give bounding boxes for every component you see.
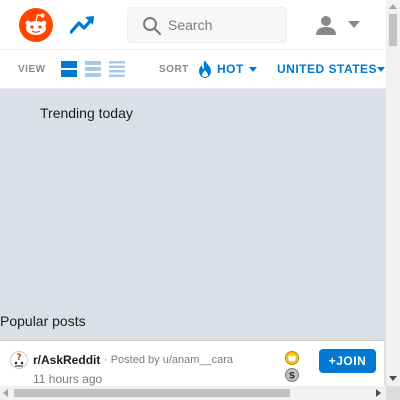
compact-view-icon[interactable] [108,60,126,78]
location-dropdown[interactable]: UNITED STATES [277,59,386,79]
sort-bar: VIEW SORT HOT UNITED STATES [0,50,386,89]
search-input[interactable]: Search [127,7,287,43]
vertical-scrollbar[interactable] [386,0,400,386]
svg-text:S: S [289,372,295,382]
join-button[interactable]: +JOIN [319,349,376,373]
popular-posts-heading: Popular posts [0,313,86,329]
post-card[interactable]: ? r/AskReddit · Posted by u/anam__cara 1… [0,340,384,386]
sort-value: HOT [217,62,244,76]
flame-icon [199,60,211,78]
user-menu-button[interactable] [312,11,364,39]
posted-by-text: · Posted by u/anam__cara [104,354,234,366]
trending-today-heading: Trending today [40,105,133,121]
classic-view-icon[interactable] [84,60,102,78]
chevron-down-icon [377,67,385,72]
user-icon [316,16,336,35]
scroll-left-arrow-icon[interactable] [3,389,8,397]
askreddit-subreddit-icon[interactable]: ? [10,351,28,369]
silver-award-icon: S [285,368,299,382]
scroll-right-arrow-icon[interactable] [376,389,381,397]
scroll-up-arrow-icon[interactable] [389,4,397,9]
page-viewport: Search VIEW SORT HOT UNITED STATES Trend… [0,0,386,386]
svg-text:?: ? [16,353,21,363]
subreddit-link[interactable]: r/AskReddit [33,353,100,367]
scrollbar-corner [386,386,400,400]
trending-up-icon[interactable] [70,13,96,35]
vertical-scroll-thumb[interactable] [389,14,397,46]
chevron-down-icon [249,67,257,72]
reddit-logo-icon[interactable] [19,8,53,42]
gold-award-icon [285,351,299,365]
location-value: UNITED STATES [277,62,378,76]
search-placeholder: Search [168,17,213,33]
post-timestamp: 11 hours ago [33,372,103,386]
scroll-down-arrow-icon[interactable] [389,376,397,381]
search-icon [143,17,162,36]
sort-hot-dropdown[interactable]: HOT [198,59,262,79]
top-header: Search [0,0,386,50]
horizontal-scroll-thumb[interactable] [14,389,290,397]
sort-label: SORT [159,64,189,75]
horizontal-scrollbar[interactable] [0,386,386,400]
chevron-down-icon [348,21,360,28]
card-view-icon[interactable] [60,60,78,78]
view-label: VIEW [18,64,46,75]
